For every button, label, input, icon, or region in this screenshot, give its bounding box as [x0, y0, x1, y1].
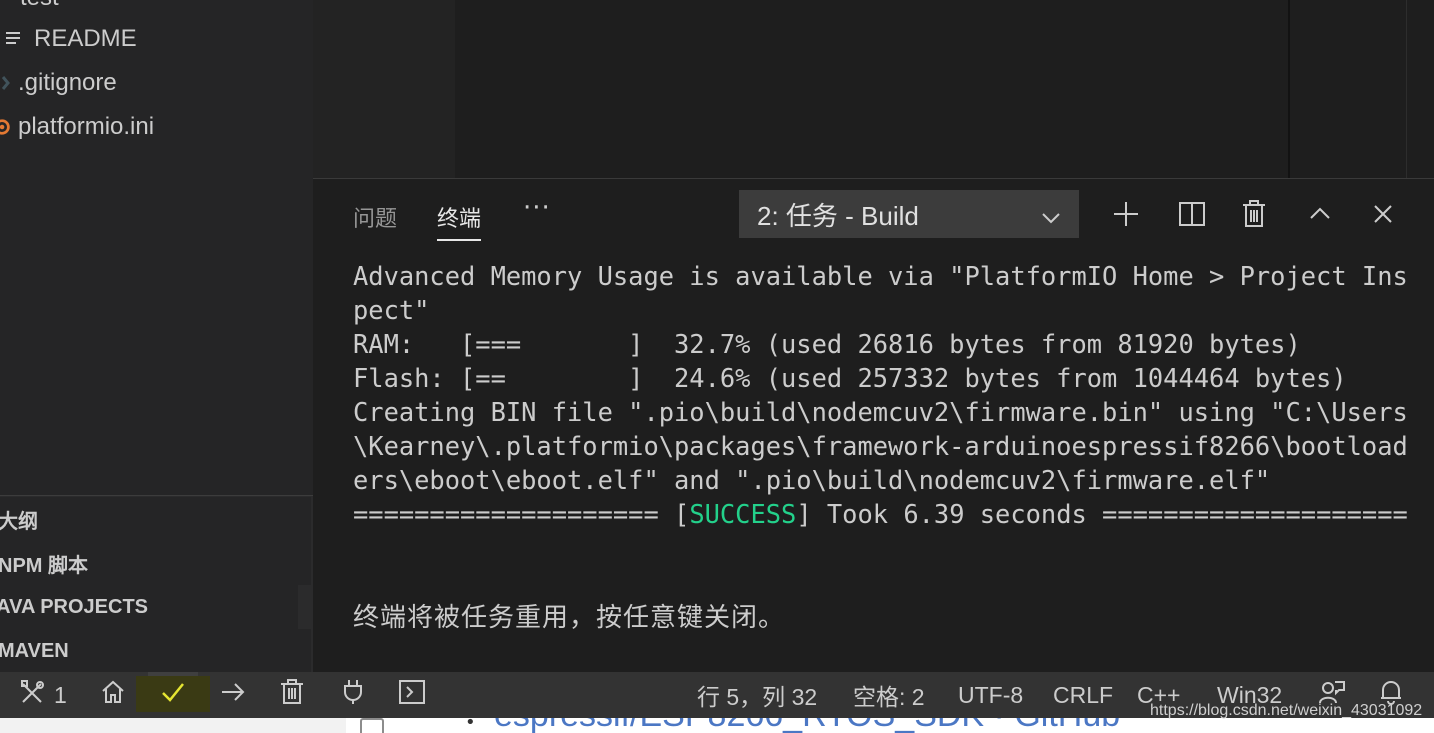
active-tab-indicator: [437, 239, 481, 241]
trash-icon: [280, 679, 304, 711]
terminal-icon: [398, 679, 426, 711]
terminal-reuse-message: 终端将被任务重用，按任意键关闭。: [353, 603, 786, 633]
tools-count: 1: [54, 681, 67, 708]
background-strip: [0, 718, 346, 733]
terminal-line: \Kearney\.platformio\packages\framework-…: [353, 431, 1408, 461]
terminal-line: Creating BIN file ".pio\build\nodemcuv2\…: [353, 397, 1408, 427]
explorer-item-gitignore[interactable]: .gitignore: [0, 63, 117, 103]
section-npm-scripts[interactable]: NPM 脚本: [0, 541, 311, 585]
plus-icon: [1112, 200, 1140, 232]
tab-terminal[interactable]: 终端: [437, 201, 481, 233]
terminal-select[interactable]: 2: 任务 - Build: [739, 190, 1079, 238]
editor-gutter: [313, 0, 455, 178]
terminal-output[interactable]: Advanced Memory Usage is available via "…: [353, 259, 1408, 531]
chevron-up-icon: [1308, 202, 1332, 230]
pio-upload-button[interactable]: [220, 672, 246, 718]
section-outline[interactable]: 大纲: [0, 497, 311, 541]
chevron-down-icon: [1041, 204, 1061, 235]
bottom-panel: 问题 终端 ··· 2: 任务 - Build Advanced Memory …: [313, 178, 1434, 672]
section-maven[interactable]: MAVEN: [0, 629, 311, 673]
editor-scrollbar[interactable]: [1406, 0, 1407, 178]
tools-button[interactable]: 1: [20, 672, 67, 718]
section-label: MAVEN: [0, 639, 69, 662]
tools-icon: [20, 679, 46, 711]
lines-icon: [4, 30, 22, 48]
background-page: • espressif/ESP8266_RTOS_SDK · GitHub: [0, 718, 1434, 733]
arrow-right-icon: [220, 679, 246, 711]
diamond-icon: [0, 74, 12, 92]
section-label: JAVA PROJECTS: [0, 595, 148, 618]
plug-icon: [342, 679, 364, 711]
pio-serial-monitor-button[interactable]: [342, 672, 364, 718]
terminal-line: RAM: [=== ] 32.7% (used 26816 bytes from…: [353, 329, 1301, 359]
editor-minimap-edge: [1288, 0, 1290, 178]
explorer-item-label: README: [34, 25, 137, 52]
end-of-line[interactable]: CRLF: [1053, 672, 1113, 718]
explorer-item-platformio[interactable]: platformio.ini: [0, 107, 154, 147]
terminal-line: Advanced Memory Usage is available via "…: [353, 261, 1408, 291]
terminal-line: Flash: [== ] 24.6% (used 257332 bytes fr…: [353, 363, 1347, 393]
pio-home-button[interactable]: [100, 672, 126, 718]
terminal-line: ers\eboot\eboot.elf" and ".pio\build\nod…: [353, 465, 1271, 495]
pio-build-button[interactable]: [160, 672, 186, 718]
tab-problems[interactable]: 问题: [353, 201, 397, 233]
close-icon: [1372, 203, 1394, 229]
background-link[interactable]: espressif/ESP8266_RTOS_SDK · GitHub: [494, 718, 1120, 733]
more-icon[interactable]: ···: [523, 193, 551, 223]
explorer-item-test[interactable]: test: [20, 0, 59, 18]
terminal-select-value: 2: 任务 - Build: [757, 200, 919, 231]
gear-icon: [0, 116, 12, 138]
split-icon: [1178, 200, 1206, 232]
terminal-success-line: ==================== [SUCCESS] Took 6.39…: [353, 497, 1408, 531]
explorer-item-label: test: [20, 0, 59, 12]
editor-area[interactable]: [313, 0, 1434, 178]
sidebar: test README .gitignore platformio.ini 大纲…: [0, 0, 313, 673]
home-icon: [100, 679, 126, 711]
close-panel-button[interactable]: [1366, 199, 1400, 233]
maximize-panel-button[interactable]: [1303, 199, 1337, 233]
success-suffix: ] Took 6.39 seconds ====================: [796, 499, 1408, 529]
watermark: https://blog.csdn.net/weixin_43031092: [1150, 702, 1423, 719]
section-label: NPM 脚本: [0, 554, 88, 577]
explorer-item-readme[interactable]: README: [4, 19, 137, 59]
explorer-item-label: .gitignore: [18, 69, 117, 96]
trash-icon: [1241, 200, 1267, 232]
terminal-line: pect": [353, 295, 430, 325]
indentation[interactable]: 空格: 2: [853, 672, 925, 718]
check-icon: [160, 679, 186, 711]
pio-clean-button[interactable]: [280, 672, 304, 718]
success-word: SUCCESS: [689, 499, 797, 529]
section-java-projects[interactable]: JAVA PROJECTS: [0, 585, 298, 629]
section-label: 大纲: [0, 510, 38, 533]
checkbox[interactable]: [360, 718, 384, 733]
pio-terminal-button[interactable]: [398, 672, 426, 718]
explorer-item-label: platformio.ini: [18, 113, 155, 140]
split-terminal-button[interactable]: [1175, 199, 1209, 233]
success-prefix: ==================== [: [353, 499, 690, 529]
cursor-position[interactable]: 行 5，列 32: [697, 672, 817, 718]
encoding[interactable]: UTF-8: [958, 672, 1023, 718]
new-terminal-button[interactable]: [1109, 199, 1143, 233]
kill-terminal-button[interactable]: [1237, 199, 1271, 233]
bullet: •: [465, 718, 476, 733]
